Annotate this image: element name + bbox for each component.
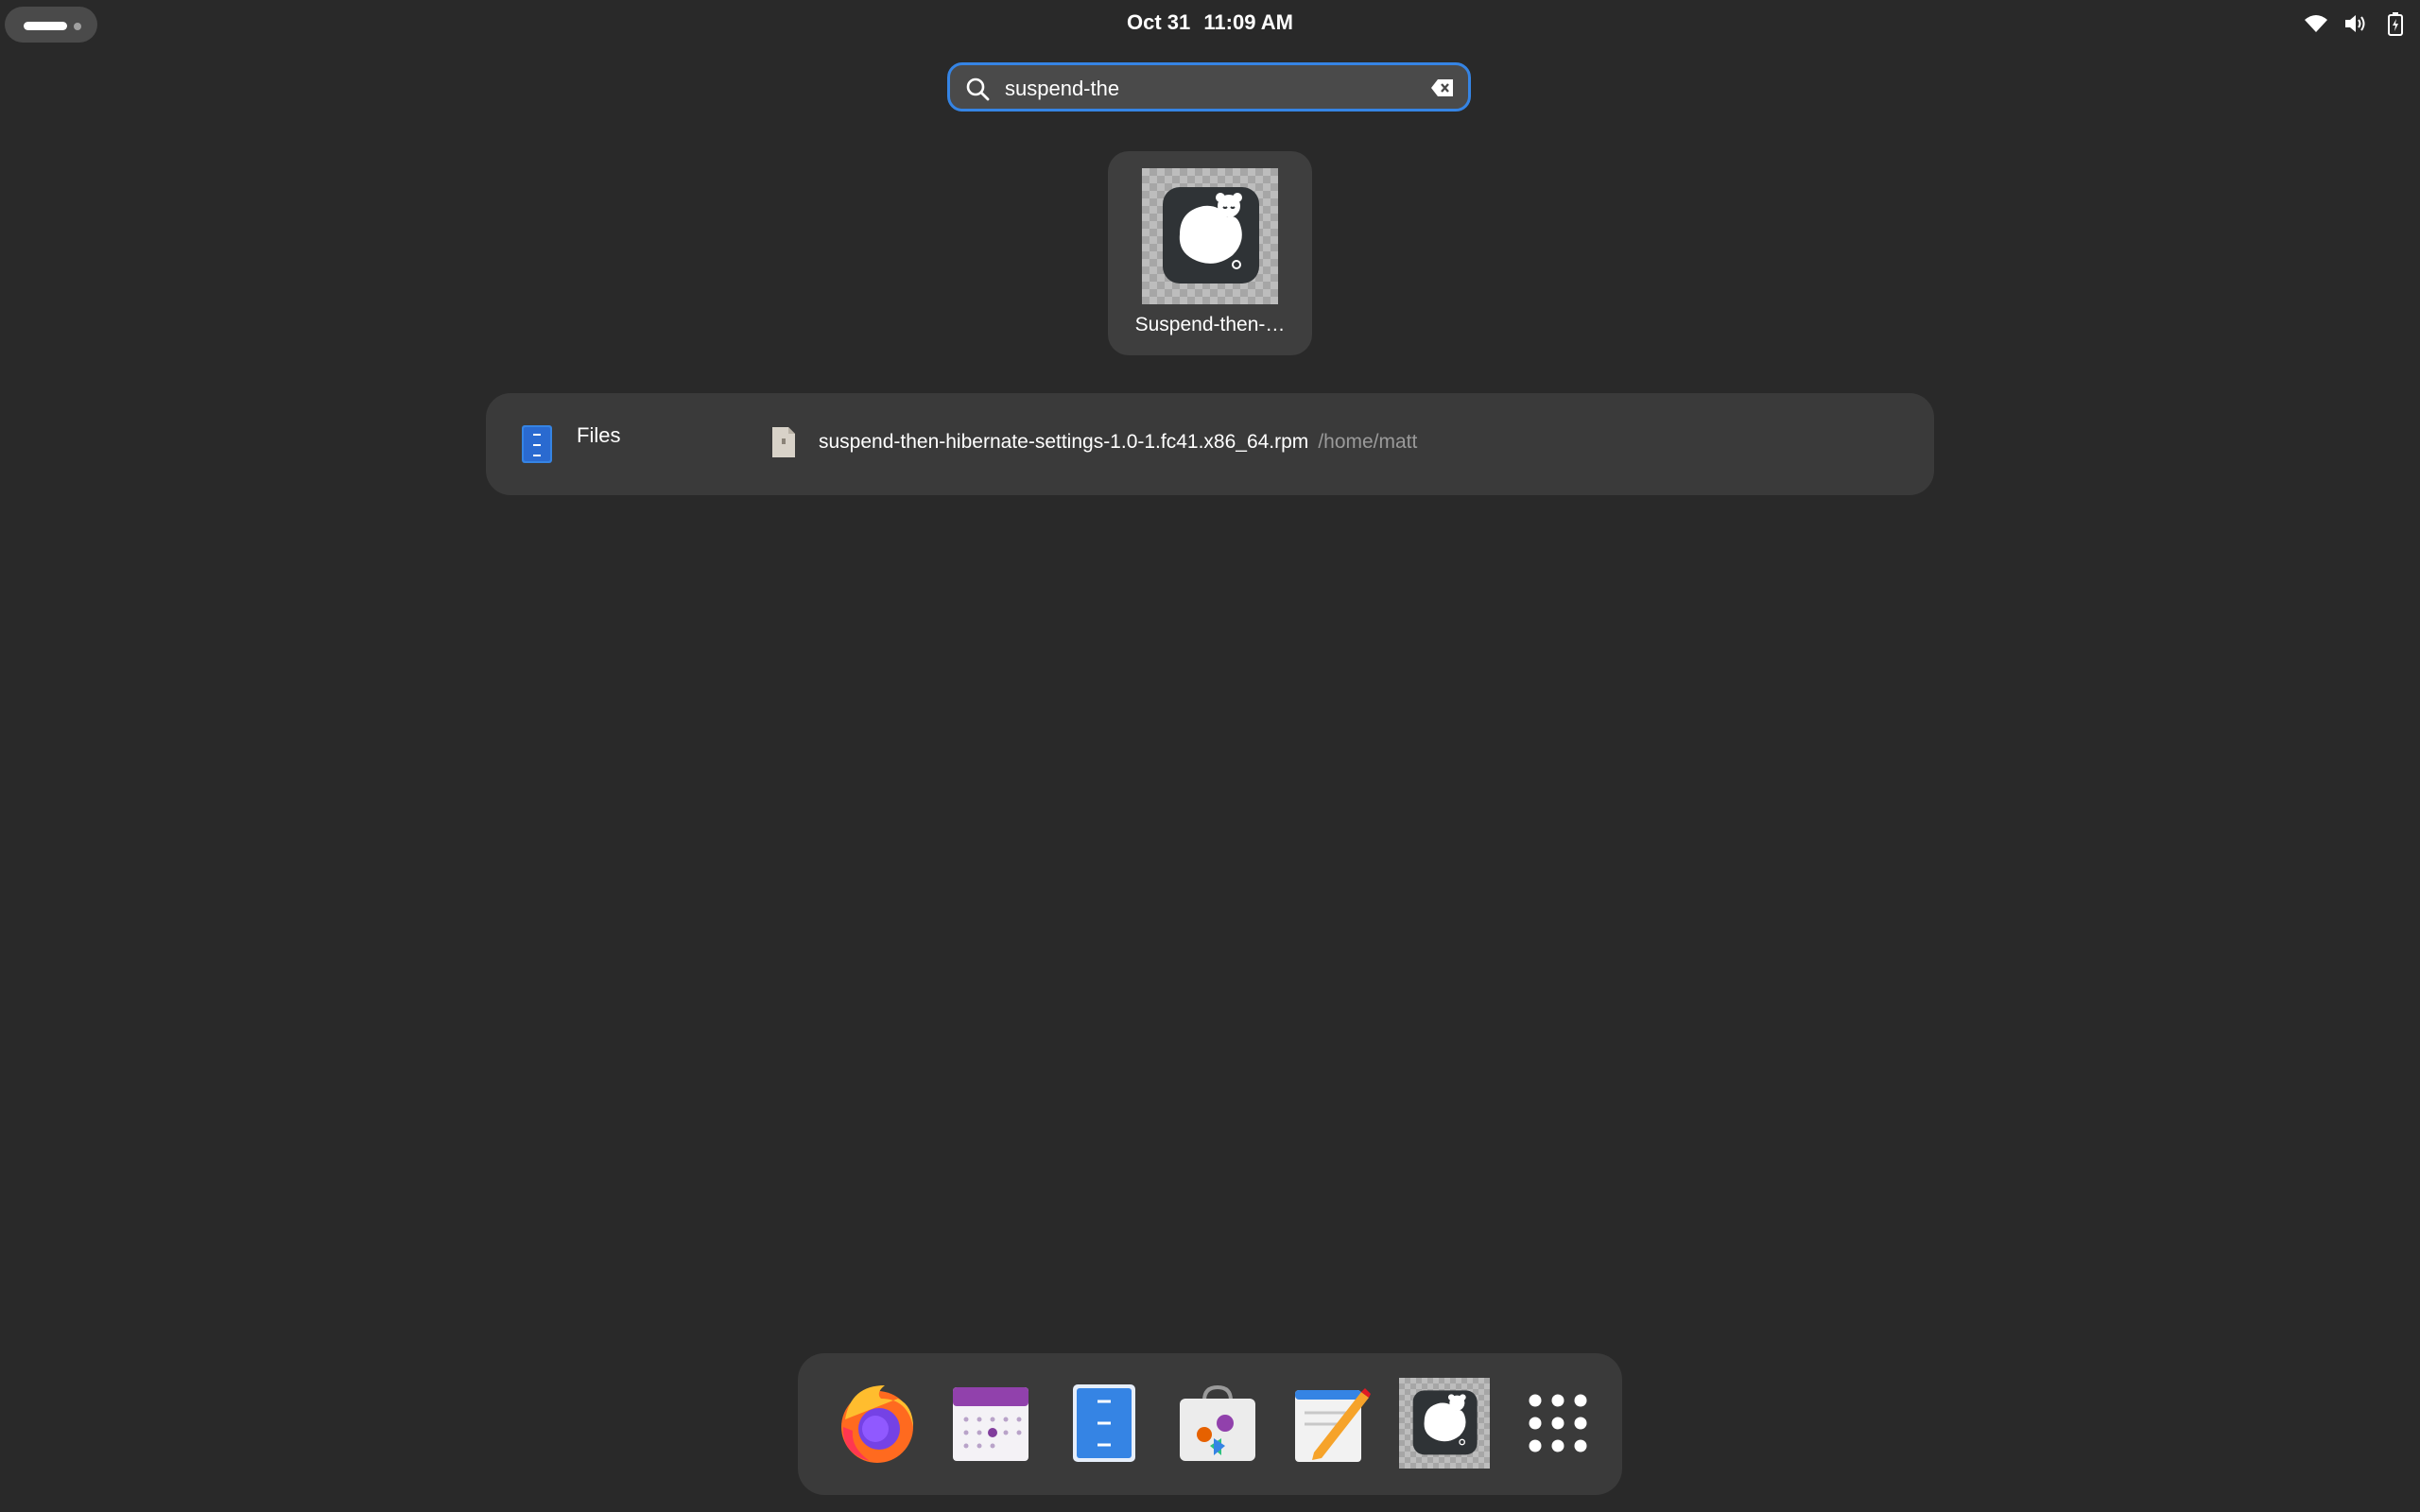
clock-time: 11:09 AM xyxy=(1203,10,1293,34)
search-icon xyxy=(966,77,990,101)
files-provider-name[interactable]: Files xyxy=(577,423,620,448)
workspace-indicator-active xyxy=(24,22,67,30)
sleeping-bear-icon xyxy=(1142,168,1278,304)
search-entry[interactable] xyxy=(947,62,1471,112)
file-path: /home/matt xyxy=(1318,431,1418,453)
package-file-icon xyxy=(772,427,795,457)
file-result-item[interactable]: suspend-then-hibernate-settings-1.0-1.fc… xyxy=(769,421,1417,463)
file-name: suspend-then-hibernate-settings-1.0-1.fc… xyxy=(819,431,1309,453)
text-editor-icon[interactable] xyxy=(1280,1372,1382,1474)
sleeping-bear-icon xyxy=(1399,1378,1490,1469)
clock-date: Oct 31 xyxy=(1127,10,1191,34)
system-tray[interactable] xyxy=(2303,9,2409,38)
files-icon[interactable] xyxy=(520,423,554,465)
suspend-then-hibernate-icon[interactable] xyxy=(1393,1372,1495,1474)
activities-button[interactable] xyxy=(5,7,97,43)
volume-icon[interactable] xyxy=(2342,10,2369,37)
wifi-icon[interactable] xyxy=(2303,10,2329,37)
files-icon[interactable] xyxy=(1053,1372,1155,1474)
files-search-provider: Files suspend-then-hibernate-settings-1.… xyxy=(486,393,1934,495)
software-icon[interactable] xyxy=(1167,1372,1269,1474)
battery-icon[interactable] xyxy=(2382,10,2409,37)
clock[interactable]: Oct 31 11:09 AM xyxy=(1021,8,1399,38)
workspace-indicator-dot xyxy=(74,23,81,30)
firefox-icon[interactable] xyxy=(826,1372,928,1474)
app-result-label: Suspend-then-… xyxy=(1134,314,1286,335)
app-result-suspend-then-hibernate[interactable]: Suspend-then-… xyxy=(1108,151,1312,355)
calendar-icon[interactable] xyxy=(940,1372,1042,1474)
dash-dock xyxy=(798,1353,1622,1495)
clear-search-icon[interactable] xyxy=(1430,77,1455,98)
show-apps-icon[interactable] xyxy=(1507,1372,1609,1474)
search-input[interactable] xyxy=(1003,73,1413,105)
